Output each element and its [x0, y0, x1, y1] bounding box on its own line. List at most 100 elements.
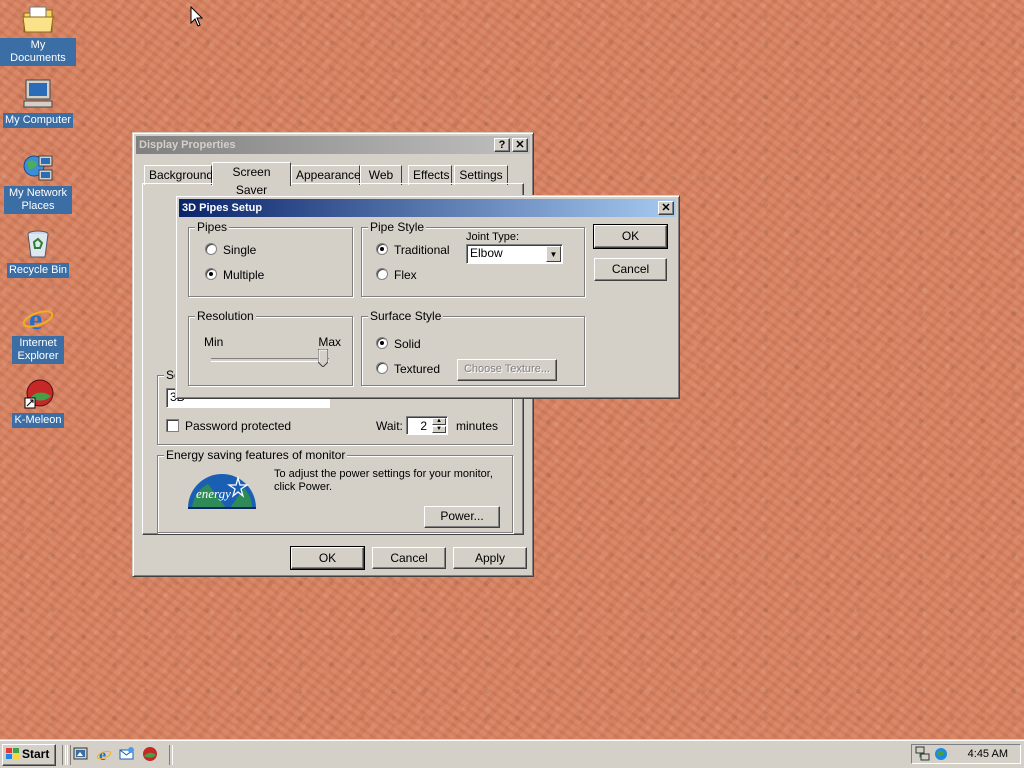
close-button[interactable]: ✕	[512, 138, 528, 152]
pipe-style-group-title: Pipe Style	[368, 220, 427, 234]
desktop-icon-label: My Documents	[0, 38, 76, 66]
solid-radio[interactable]: Solid	[376, 337, 421, 351]
desktop-icon-my-computer[interactable]: My Computer	[0, 78, 76, 128]
desktop-icon-label: My Network Places	[4, 186, 72, 214]
password-label: Password protected	[185, 419, 292, 433]
single-radio[interactable]: Single	[205, 243, 256, 257]
resolution-min-label: Min	[204, 335, 224, 349]
tab-appearance[interactable]: Appearance	[291, 165, 361, 185]
energy-group-title: Energy saving features of monitor	[164, 448, 348, 462]
resolution-slider-thumb[interactable]	[317, 348, 329, 368]
window-title: Display Properties	[139, 139, 236, 151]
radio-dot-selected	[376, 337, 388, 349]
joint-type-value: Elbow	[470, 246, 503, 260]
start-button[interactable]: Start	[2, 744, 56, 766]
choose-texture-button[interactable]: Choose Texture...	[457, 359, 557, 381]
tab-background[interactable]: Background	[144, 165, 213, 185]
minutes-label: minutes	[456, 419, 499, 433]
energy-star-logo: energy	[186, 468, 258, 510]
resolution-slider-track[interactable]	[211, 358, 329, 362]
cancel-button[interactable]: Cancel	[372, 547, 446, 569]
pipes-group: Pipes Single Multiple	[188, 220, 353, 297]
power-button[interactable]: Power...	[424, 506, 500, 528]
energy-group: Energy saving features of monitor energy…	[157, 448, 513, 533]
energy-text: To adjust the power settings for your mo…	[274, 468, 493, 493]
textured-radio[interactable]: Textured	[376, 362, 440, 376]
windows-logo-icon	[6, 747, 20, 759]
tab-settings[interactable]: Settings	[454, 165, 508, 185]
desktop-icon-label: My Computer	[2, 113, 74, 128]
dialog-title: 3D Pipes Setup	[182, 202, 263, 214]
joint-type-label: Joint Type:	[466, 231, 519, 243]
tab-effects[interactable]: Effects	[408, 165, 452, 185]
desktop-icon-my-network-places[interactable]: My Network Places	[0, 152, 76, 214]
show-desktop-icon[interactable]	[73, 746, 89, 765]
network-icon[interactable]	[915, 746, 931, 765]
wait-label: Wait:	[376, 419, 403, 433]
volume-icon[interactable]	[933, 746, 949, 765]
resolution-group-title: Resolution	[195, 309, 256, 323]
ok-button[interactable]: OK	[290, 546, 365, 570]
pipes-group-title: Pipes	[195, 220, 230, 234]
flex-radio[interactable]: Flex	[376, 268, 417, 282]
resolution-max-label: Max	[318, 335, 341, 349]
start-label: Start	[22, 747, 50, 761]
desktop-icon-k-meleon[interactable]: K-Meleon	[0, 378, 76, 428]
radio-dot-selected	[376, 243, 388, 255]
ok-button[interactable]: OK	[593, 224, 668, 249]
internet-explorer-icon: e	[21, 302, 55, 336]
flex-label: Flex	[394, 268, 417, 282]
help-button[interactable]: ?	[494, 138, 510, 152]
svg-text:e: e	[29, 303, 42, 334]
desktop-icon-recycle-bin[interactable]: Recycle Bin	[0, 228, 76, 278]
network-places-icon	[21, 152, 55, 184]
close-button[interactable]: ✕	[658, 201, 674, 215]
chevron-down-icon: ▼	[549, 250, 558, 259]
k-meleon-icon[interactable]	[142, 746, 158, 765]
traditional-radio[interactable]: Traditional	[376, 243, 450, 257]
radio-dot	[205, 243, 217, 255]
display-properties-titlebar[interactable]: Display Properties ? ✕	[136, 136, 530, 154]
multiple-radio[interactable]: Multiple	[205, 268, 264, 282]
radio-dot-selected	[205, 268, 217, 280]
k-meleon-icon	[21, 378, 55, 410]
system-tray: 4:45 AM	[911, 744, 1021, 764]
pipes-setup-dialog: 3D Pipes Setup ✕ Pipes Single Multiple P…	[175, 195, 680, 399]
desktop-icon-label: K-Meleon	[12, 413, 64, 428]
taskbar: Start e 4:45 AM	[0, 739, 1024, 768]
joint-type-select[interactable]: Elbow ▼	[466, 244, 563, 264]
dropdown-button[interactable]: ▼	[546, 246, 561, 262]
multiple-label: Multiple	[223, 268, 265, 282]
mouse-cursor-icon	[190, 5, 204, 31]
outlook-express-icon[interactable]	[119, 746, 135, 765]
tab-screen-saver[interactable]: Screen Saver	[212, 162, 291, 197]
clock: 4:45 AM	[967, 748, 1008, 760]
tab-web[interactable]: Web	[360, 165, 402, 185]
taskbar-separator	[67, 745, 71, 765]
single-label: Single	[223, 243, 257, 257]
pipes-setup-titlebar[interactable]: 3D Pipes Setup ✕	[179, 199, 676, 217]
internet-explorer-icon[interactable]: e	[96, 746, 112, 765]
computer-icon	[21, 78, 55, 110]
checkbox-box	[166, 419, 179, 432]
textured-label: Textured	[394, 362, 441, 376]
desktop-icon-internet-explorer[interactable]: e Internet Explorer	[0, 302, 76, 364]
desktop-icon-my-documents[interactable]: My Documents	[0, 4, 76, 66]
pipe-style-group: Pipe Style Traditional Flex Joint Type: …	[361, 220, 585, 297]
apply-button[interactable]: Apply	[453, 547, 527, 569]
traditional-label: Traditional	[394, 243, 450, 257]
surface-style-group-title: Surface Style	[368, 309, 444, 323]
svg-text:e: e	[99, 747, 106, 762]
wait-spinner[interactable]: 2 ▲ ▼	[406, 416, 448, 435]
solid-label: Solid	[394, 337, 421, 351]
spin-up-button[interactable]: ▲	[432, 418, 446, 425]
radio-dot	[376, 362, 388, 374]
wait-value: 2	[420, 419, 427, 433]
svg-text:energy: energy	[196, 486, 231, 501]
taskbar-separator	[62, 745, 66, 765]
spin-down-button[interactable]: ▼	[432, 426, 446, 433]
password-checkbox[interactable]: Password protected	[166, 419, 291, 433]
recycle-bin-icon	[21, 228, 55, 260]
resolution-group: Resolution Min Max	[188, 309, 353, 386]
cancel-button[interactable]: Cancel	[594, 258, 667, 281]
